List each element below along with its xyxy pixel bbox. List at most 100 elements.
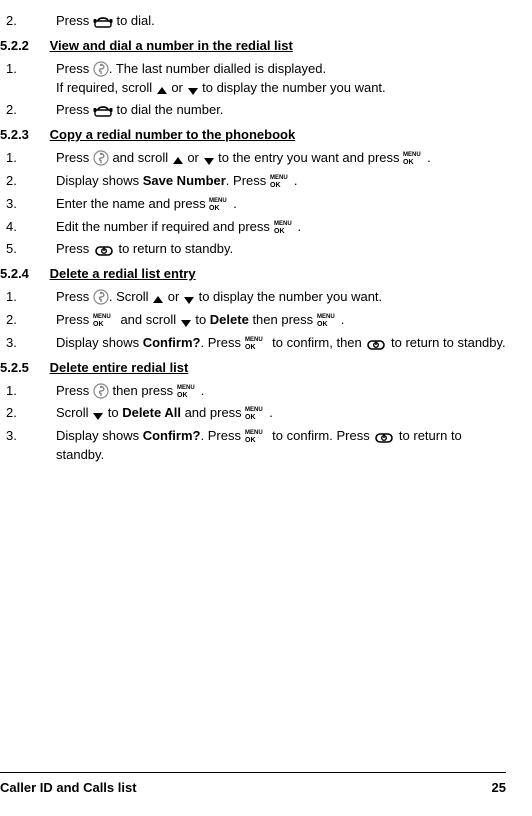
svg-text:OK: OK xyxy=(177,392,188,399)
menuok-icon: MENUOK xyxy=(403,150,427,166)
steps-5-2-3: 1. Press and scroll or to the entry you w… xyxy=(0,149,508,259)
section-title: View and dial a number in the redial lis… xyxy=(50,38,293,53)
step-line: Press and scroll or to the entry you wan… xyxy=(56,149,508,168)
emphasis-text: Confirm? xyxy=(143,428,201,443)
step-item: 4. Edit the number if required and press … xyxy=(0,218,508,237)
phone-icon xyxy=(93,104,113,118)
svg-text:MENU: MENU xyxy=(177,385,195,391)
svg-text:OK: OK xyxy=(245,414,256,421)
section-number: 5.2.4 xyxy=(0,265,46,284)
svg-text:OK: OK xyxy=(245,344,256,351)
step-number: 2. xyxy=(6,101,34,120)
step-number: 1. xyxy=(6,382,34,401)
step-item: 3. Enter the name and press MENUOK. xyxy=(0,195,508,214)
emphasis-text: Save Number xyxy=(143,173,226,188)
svg-text:MENU: MENU xyxy=(245,407,263,413)
step-line: Display shows Confirm?. Press MENUOK to … xyxy=(56,427,508,465)
end-icon xyxy=(93,243,115,257)
step-line: Press then press MENUOK. xyxy=(56,382,508,401)
up-icon xyxy=(152,295,164,305)
phone-icon xyxy=(93,15,113,29)
step-number: 3. xyxy=(6,195,34,214)
menuok-icon: MENUOK xyxy=(93,312,117,328)
step-line: Press . The last number dialled is displ… xyxy=(56,60,508,79)
svg-text:OK: OK xyxy=(317,321,328,328)
up-icon xyxy=(156,86,168,96)
step-line: Scroll to Delete All and press MENUOK. xyxy=(56,404,508,423)
step-item: 3.Display shows Confirm?. Press MENUOK t… xyxy=(0,334,508,353)
svg-text:MENU: MENU xyxy=(245,337,263,343)
step-item: 3. Display shows Confirm?. Press MENUOK t… xyxy=(0,427,508,465)
down-icon xyxy=(203,156,215,166)
step-number: 3. xyxy=(6,334,34,353)
svg-text:MENU: MENU xyxy=(274,221,292,227)
section-number: 5.2.3 xyxy=(0,126,46,145)
menuok-icon: MENUOK xyxy=(274,219,298,235)
steps-5-2-2: 1. Press . The last number dialled is dis… xyxy=(0,60,508,121)
step-number: 2. xyxy=(6,311,34,330)
down-icon xyxy=(187,86,199,96)
svg-text:OK: OK xyxy=(245,437,256,444)
end-icon xyxy=(373,430,395,444)
step-number: 5. xyxy=(6,240,34,259)
step-item: 1. Press and scroll or to the entry you w… xyxy=(0,149,508,168)
menuok-icon: MENUOK xyxy=(245,405,269,421)
step-number: 1. xyxy=(6,149,34,168)
svg-text:OK: OK xyxy=(209,205,220,212)
svg-text:OK: OK xyxy=(274,228,285,235)
down-icon xyxy=(92,411,104,421)
emphasis-text: Delete All xyxy=(122,405,181,420)
svg-text:MENU: MENU xyxy=(209,198,227,204)
section-5-2-2: 5.2.2 View and dial a number in the redi… xyxy=(0,37,508,56)
steps-5-2-5: 1. Press then press MENUOK. 2. Scroll to De… xyxy=(0,382,508,465)
svg-text:MENU: MENU xyxy=(245,430,263,436)
svg-text:OK: OK xyxy=(270,182,281,189)
down-icon xyxy=(180,318,192,328)
footer-title: Caller ID and Calls list xyxy=(0,780,137,795)
step-number: 2. xyxy=(6,12,34,31)
step-item: 5. Press to return to standby. xyxy=(0,240,508,259)
steps-5-2-1: 2. Press to dial. xyxy=(0,12,508,31)
step-item: 2.Press to dial the number. xyxy=(0,101,508,120)
section-5-2-3: 5.2.3 Copy a redial number to the phoneb… xyxy=(0,126,508,145)
page-number: 25 xyxy=(492,779,506,798)
section-5-2-5: 5.2.5 Delete entire redial list xyxy=(0,359,508,378)
step-line: Enter the name and press MENUOK. xyxy=(56,195,508,214)
section-5-2-4: 5.2.4 Delete a redial list entry xyxy=(0,265,508,284)
section-number: 5.2.5 xyxy=(0,359,46,378)
up-icon xyxy=(172,156,184,166)
section-title: Delete a redial list entry xyxy=(50,266,196,281)
redial-icon xyxy=(93,383,109,399)
step-number: 4. xyxy=(6,218,34,237)
menuok-icon: MENUOK xyxy=(245,335,269,351)
svg-text:MENU: MENU xyxy=(317,314,335,320)
step-line: Press . Scroll or to display the number … xyxy=(56,288,508,307)
redial-icon xyxy=(93,150,109,166)
step-line: If required, scroll or to display the nu… xyxy=(56,79,508,98)
menuok-icon: MENUOK xyxy=(317,312,341,328)
svg-text:MENU: MENU xyxy=(270,175,288,181)
menuok-icon: MENUOK xyxy=(245,428,269,444)
step-line: Edit the number if required and press ME… xyxy=(56,218,508,237)
step-number: 1. xyxy=(6,60,34,79)
section-number: 5.2.2 xyxy=(0,37,46,56)
step-item: 2.Display shows Save Number. Press MENUO… xyxy=(0,172,508,191)
steps-5-2-4: 1. Press . Scroll or to display the numbe… xyxy=(0,288,508,353)
step-number: 1. xyxy=(6,288,34,307)
step-line: Press MENUOK and scroll to Delete then p… xyxy=(56,311,508,330)
svg-text:MENU: MENU xyxy=(403,152,421,158)
step-line: Press to dial. xyxy=(56,12,508,31)
menuok-icon: MENUOK xyxy=(177,383,201,399)
step-item: 1. Press then press MENUOK. xyxy=(0,382,508,401)
svg-text:MENU: MENU xyxy=(93,314,111,320)
redial-icon xyxy=(93,289,109,305)
menuok-icon: MENUOK xyxy=(270,173,294,189)
step-number: 3. xyxy=(6,427,34,446)
step-item: 2. Scroll to Delete All and press MENUOK. xyxy=(0,404,508,423)
page-footer: Caller ID and Calls list 25 xyxy=(0,772,506,798)
step-number: 2. xyxy=(6,404,34,423)
step-line: Press to return to standby. xyxy=(56,240,508,259)
step-number: 2. xyxy=(6,172,34,191)
redial-icon xyxy=(93,61,109,77)
step-item: 1. Press . Scroll or to display the numbe… xyxy=(0,288,508,307)
